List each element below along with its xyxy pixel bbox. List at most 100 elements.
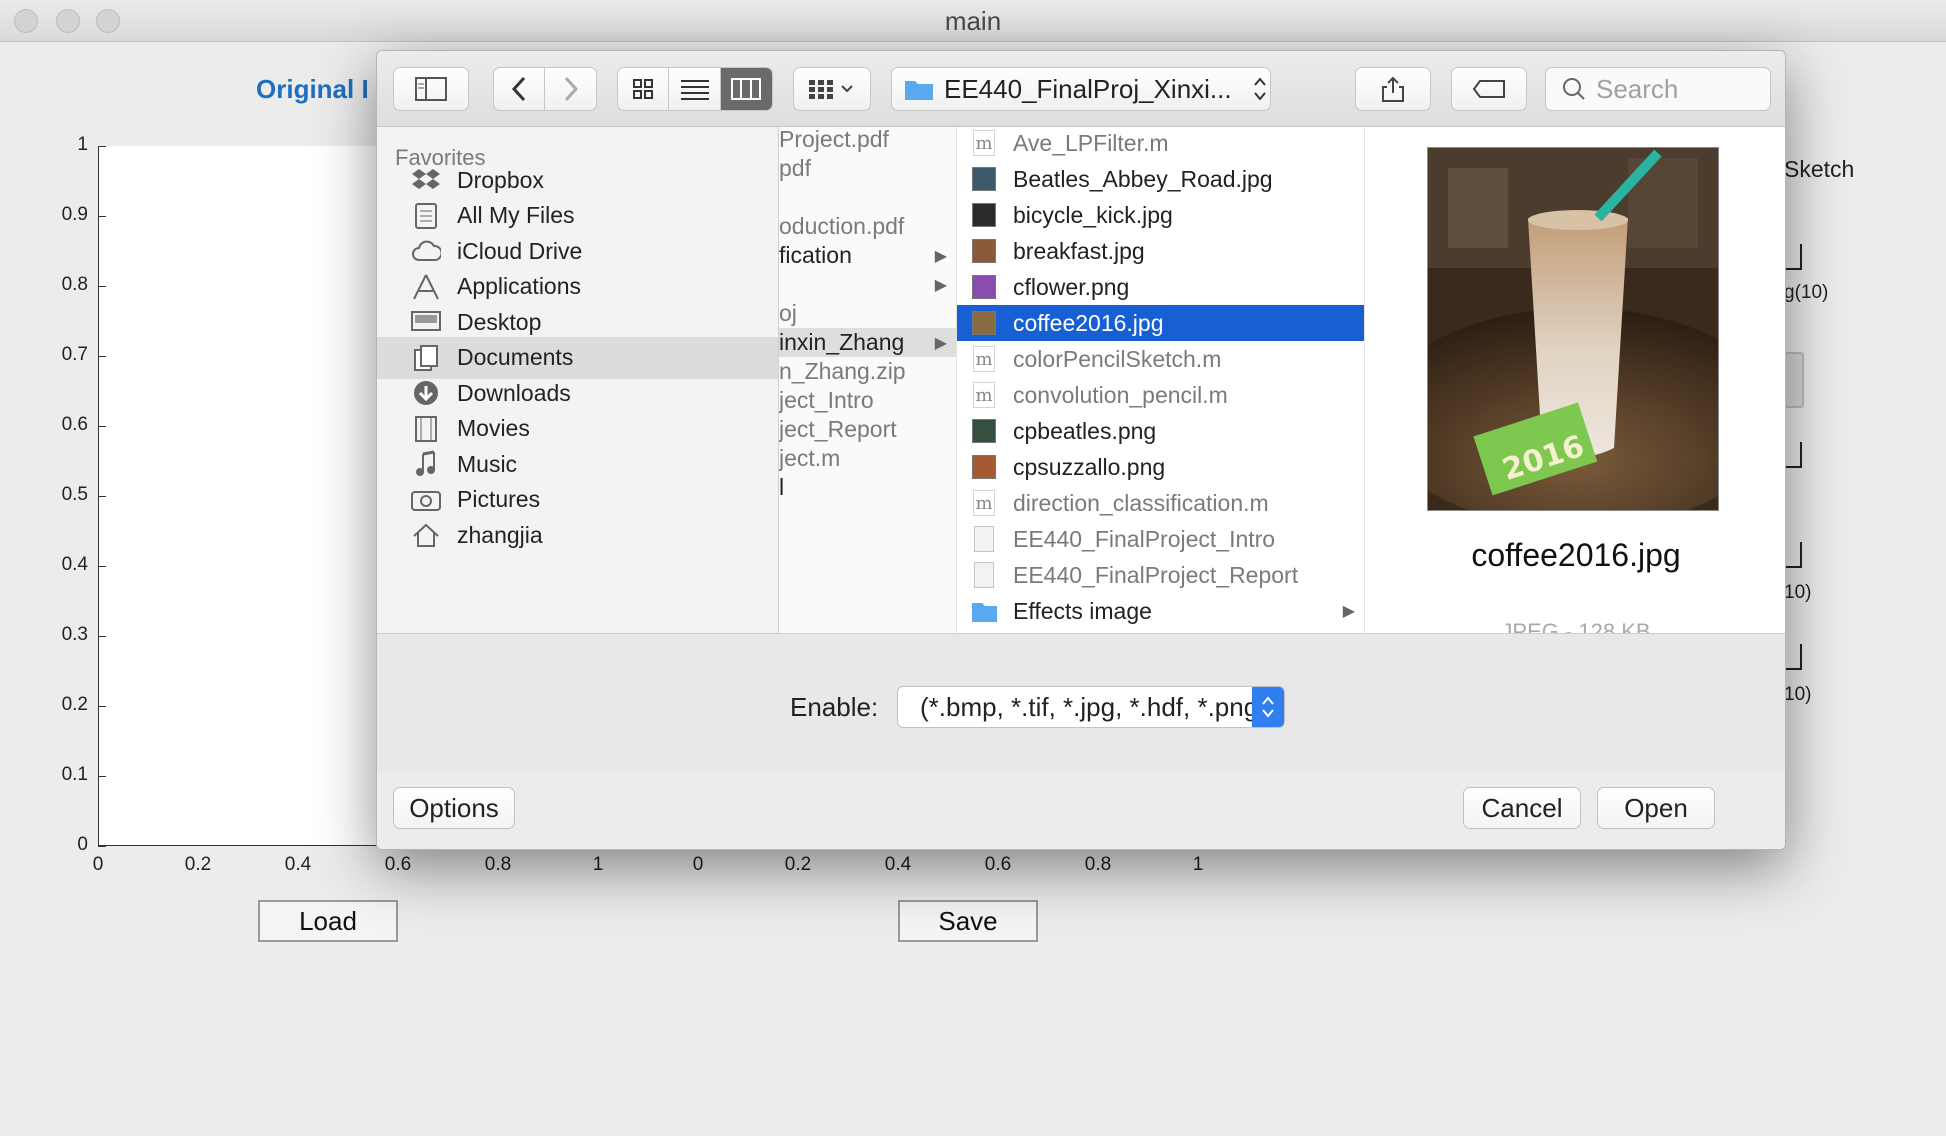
save-button[interactable]: Save xyxy=(898,900,1038,942)
x-tick-label: 0.8 xyxy=(1084,854,1112,875)
share-icon xyxy=(1382,76,1404,102)
chevron-left-icon xyxy=(511,76,526,102)
list-item-label: fication xyxy=(779,242,852,268)
list-item[interactable]: oduction.pdf xyxy=(779,212,956,241)
back-forward-control xyxy=(493,67,597,111)
y-tick-label: 0.1 xyxy=(61,764,88,785)
cloud-icon xyxy=(411,236,441,266)
sidebar-item-label: Pictures xyxy=(457,486,541,512)
list-item[interactable]: ject_Intro xyxy=(779,386,956,415)
path-popup-label: EE440_FinalProj_Xinxi... xyxy=(944,73,1232,104)
applications-icon xyxy=(411,272,441,302)
x-tick-label: 1 xyxy=(592,854,604,875)
arrange-button[interactable] xyxy=(793,67,871,111)
y-tick-label: 0.3 xyxy=(61,624,88,645)
disclosure-arrow-icon: ▶ xyxy=(1342,603,1355,620)
y-tick-label: 0.4 xyxy=(61,554,88,575)
y-tick-mark xyxy=(98,496,106,497)
file-row[interactable]: m colorPencilSketch.m xyxy=(957,341,1364,377)
load-button[interactable]: Load xyxy=(258,900,398,942)
cancel-button[interactable]: Cancel xyxy=(1463,787,1581,829)
share-button[interactable] xyxy=(1355,67,1431,111)
list-view-button[interactable] xyxy=(669,68,721,110)
enable-select-value: (*.bmp, *.tif, *.jpg, *.hdf, *.png) xyxy=(920,691,1267,722)
y-tick-label: 0.7 xyxy=(61,344,88,365)
y-tick-label: 0.2 xyxy=(61,694,88,715)
y-tick-mark xyxy=(98,286,106,287)
file-row[interactable]: cpsuzzallo.png xyxy=(957,449,1364,485)
preview-filename: coffee2016.jpg xyxy=(1471,537,1681,573)
list-item[interactable]: pdf xyxy=(779,154,956,183)
file-row[interactable]: m convolution_pencil.m xyxy=(957,377,1364,413)
file-row[interactable]: coffee2016.jpg xyxy=(957,305,1364,341)
dropbox-icon xyxy=(411,165,441,195)
forward-button[interactable] xyxy=(545,68,596,110)
list-item[interactable]: l xyxy=(779,473,956,502)
file-row[interactable]: m Ave_LPFilter.m xyxy=(957,127,1364,161)
enable-select[interactable]: (*.bmp, *.tif, *.jpg, *.hdf, *.png) xyxy=(897,686,1285,728)
browser-column-2: m Ave_LPFilter.m Beatles_Abbey_Road.jpg bic… xyxy=(957,127,1365,633)
sidebar-toggle-button[interactable] xyxy=(393,67,469,111)
sidebar-item-label: Applications xyxy=(457,273,582,299)
list-item[interactable]: fication ▶ xyxy=(779,241,956,270)
list-item[interactable]: Project.pdf xyxy=(779,127,956,154)
matlab-file-icon: m xyxy=(971,489,997,517)
list-item[interactable]: inxin_Zhang ▶ xyxy=(779,328,956,357)
file-row[interactable]: EE440_FinalProject_Report xyxy=(957,557,1364,593)
search-field[interactable] xyxy=(1545,67,1771,111)
disclosure-arrow-icon: ▶ xyxy=(934,276,947,294)
y-tick-label: 0.5 xyxy=(61,484,88,505)
file-row[interactable]: Beatles_Abbey_Road.jpg xyxy=(957,161,1364,197)
list-item-label: pdf xyxy=(779,155,811,181)
file-row[interactable]: Effects image ▶ xyxy=(957,593,1364,629)
file-row[interactable]: m direction_classification.m xyxy=(957,485,1364,521)
file-row[interactable]: cpbeatles.png xyxy=(957,413,1364,449)
right-slider[interactable] xyxy=(1784,352,1804,408)
all-files-icon xyxy=(411,201,441,231)
file-row[interactable]: cflower.png xyxy=(957,269,1364,305)
tags-button[interactable] xyxy=(1451,67,1527,111)
disclosure-arrow-icon: ▶ xyxy=(934,334,947,352)
file-row[interactable]: EE440_FinalProject_Intro xyxy=(957,521,1364,557)
file-name: direction_classification.m xyxy=(1013,489,1269,516)
list-item[interactable]: oj xyxy=(779,299,956,328)
column-view-button[interactable] xyxy=(720,68,772,110)
search-input[interactable] xyxy=(1596,73,1746,105)
search-icon xyxy=(1563,78,1585,100)
dialog-button-bar: Options Cancel Open xyxy=(377,773,1785,849)
image-thumbnail-icon xyxy=(971,237,997,265)
file-row[interactable]: bicycle_kick.jpg xyxy=(957,197,1364,233)
y-tick-mark xyxy=(98,566,106,567)
y-tick-label: 1 xyxy=(77,134,88,155)
file-row[interactable]: breakfast.jpg xyxy=(957,233,1364,269)
open-file-dialog: EE440_FinalProj_Xinxi... Favorites Dropb… xyxy=(376,50,1786,850)
documents-icon xyxy=(411,343,441,373)
list-item[interactable]: ject_Report xyxy=(779,415,956,444)
path-popup[interactable]: EE440_FinalProj_Xinxi... xyxy=(891,67,1271,111)
enable-select-stepper[interactable] xyxy=(1252,687,1284,727)
y-tick-label: 0.9 xyxy=(61,204,88,225)
view-mode-control xyxy=(617,67,773,111)
list-item[interactable] xyxy=(779,183,956,212)
matlab-file-icon: m xyxy=(971,345,997,373)
sidebar-item-label: Movies xyxy=(457,415,530,441)
file-name: EE440_FinalProject_Report xyxy=(1013,561,1299,588)
file-name: breakfast.jpg xyxy=(1013,237,1145,264)
back-button[interactable] xyxy=(494,68,546,110)
open-button[interactable]: Open xyxy=(1597,787,1715,829)
y-tick-label: 0 xyxy=(77,834,88,855)
list-item-label: Project.pdf xyxy=(779,127,889,152)
home-icon xyxy=(411,520,441,550)
columns-icon xyxy=(731,78,762,100)
x-tick-label: 0 xyxy=(692,854,704,875)
enable-label: Enable: xyxy=(790,692,879,722)
icon-view-button[interactable] xyxy=(618,68,670,110)
list-item[interactable]: ject.m xyxy=(779,444,956,473)
file-name: coffee2016.jpg xyxy=(1013,309,1164,336)
list-item[interactable]: n_Zhang.zip xyxy=(779,357,956,386)
list-item[interactable]: ▶ xyxy=(779,270,956,299)
options-button[interactable]: Options xyxy=(393,787,515,829)
sidebar-item-label: Downloads xyxy=(457,379,571,406)
downloads-icon xyxy=(411,378,441,408)
sidebar-item-zhangjia[interactable]: zhangjia xyxy=(377,514,778,556)
